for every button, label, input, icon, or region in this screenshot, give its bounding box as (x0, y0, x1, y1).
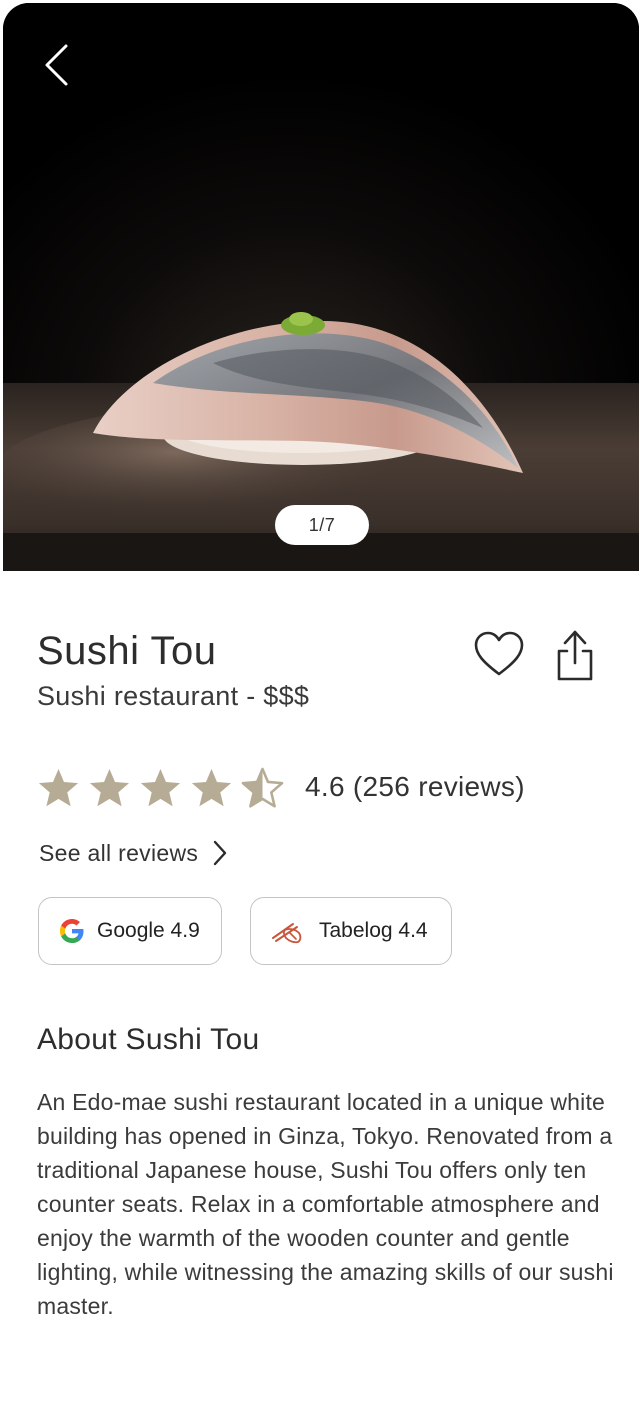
heart-icon (474, 631, 524, 676)
about-description: An Edo-mae sushi restaurant located in a… (37, 1089, 614, 1319)
star-icon (191, 768, 232, 807)
hero-image-carousel[interactable]: 1/7 (3, 3, 639, 571)
restaurant-name: Sushi Tou (37, 629, 217, 673)
star-icon (140, 768, 181, 807)
star-icon (89, 768, 130, 807)
star-rating (37, 767, 284, 811)
favorite-button[interactable] (473, 629, 525, 681)
about-heading: About Sushi Tou (37, 1023, 260, 1056)
chevron-right-icon (213, 840, 227, 866)
half-star-icon (241, 767, 284, 808)
see-all-reviews-label: See all reviews (39, 839, 199, 866)
image-counter-badge: 1/7 (275, 505, 369, 545)
share-button[interactable] (551, 627, 599, 683)
share-icon (557, 630, 593, 681)
hero-photo (3, 3, 639, 571)
back-button[interactable] (33, 39, 81, 91)
google-logo-icon (60, 919, 84, 943)
see-all-reviews-link[interactable]: See all reviews (39, 835, 228, 871)
restaurant-detail-screen: 1/7 Sushi Tou Sushi restaurant - $$$ 4.6… (3, 3, 639, 1403)
restaurant-category: Sushi restaurant - $$$ (37, 681, 310, 711)
star-icon (38, 768, 79, 807)
rating-summary: 4.6 (256 reviews) (305, 771, 525, 802)
tabelog-rating-chip[interactable]: Tabelog 4.4 (250, 897, 452, 965)
back-icon (45, 44, 68, 86)
restaurant-info-section: Sushi Tou Sushi restaurant - $$$ 4.6 (25… (3, 571, 639, 1403)
google-rating-chip[interactable]: Google 4.9 (38, 897, 222, 965)
image-counter-text: 1/7 (308, 514, 336, 535)
tabelog-logo-icon (272, 923, 302, 944)
tabelog-rating-label: Tabelog 4.4 (319, 919, 428, 942)
google-rating-label: Google 4.9 (97, 919, 200, 942)
